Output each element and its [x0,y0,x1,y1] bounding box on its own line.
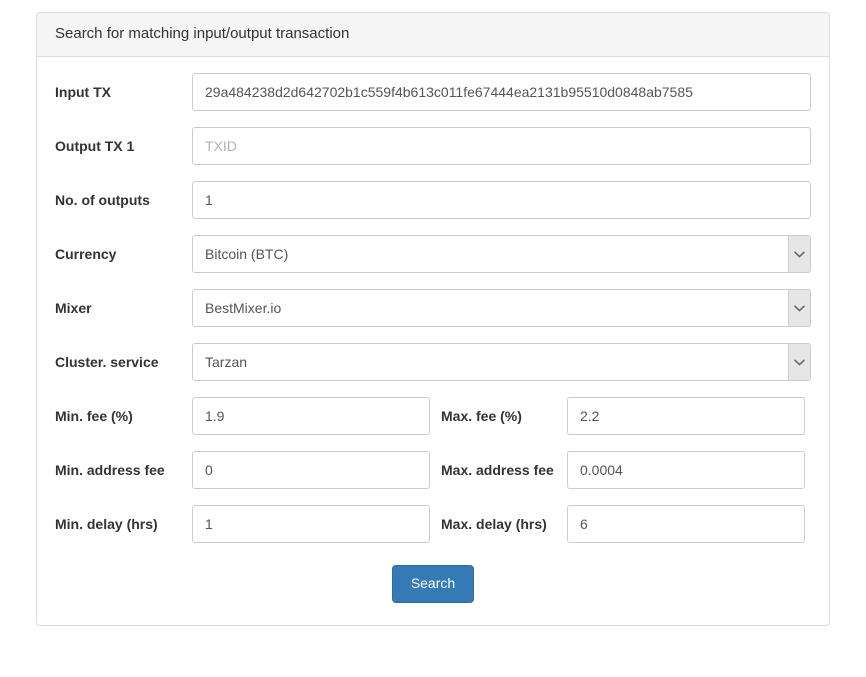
mixer-select[interactable]: BestMixer.io [192,289,811,327]
min-delay-field[interactable] [192,505,430,543]
currency-select-value: Bitcoin (BTC) [205,246,289,262]
form-row-input-tx: Input TX [55,73,811,111]
chevron-down-icon[interactable] [788,290,810,326]
label-max-address-fee: Max. address fee [441,462,554,478]
field-cluster-service: Tarzan [192,343,811,381]
search-button[interactable]: Search [391,565,475,603]
field-max-fee [567,397,805,435]
label-max-delay: Max. delay (hrs) [441,516,547,532]
label-no-of-outputs: No. of outputs [55,192,150,208]
label-cluster-service: Cluster. service [55,354,159,370]
label-mixer: Mixer [55,300,92,316]
field-min-address-fee [192,451,430,489]
form-row-fee: Min. fee (%) Max. fee (%) [55,397,811,435]
field-no-of-outputs [192,181,811,219]
label-input-tx: Input TX [55,84,111,100]
form-group-min-address-fee: Min. address fee [55,451,433,489]
button-row: Search [55,565,811,603]
field-input-tx [192,73,811,111]
input-tx-field[interactable] [192,73,811,111]
label-min-delay: Min. delay (hrs) [55,516,158,532]
label-currency: Currency [55,246,117,262]
mixer-select-value: BestMixer.io [205,300,282,316]
min-fee-field[interactable] [192,397,430,435]
panel-title: Search for matching input/output transac… [55,25,350,42]
chevron-down-icon[interactable] [788,236,810,272]
field-mixer: BestMixer.io [192,289,811,327]
max-delay-field[interactable] [567,505,805,543]
field-min-fee [192,397,430,435]
form-row-output-tx-1: Output TX 1 [55,127,811,165]
label-output-tx-1: Output TX 1 [55,138,135,154]
panel-body: Input TX Output TX 1 No. of outputs Curr… [37,57,829,625]
label-min-fee: Min. fee (%) [55,408,133,424]
form-row-delay: Min. delay (hrs) Max. delay (hrs) [55,505,811,543]
max-address-fee-field[interactable] [567,451,805,489]
no-of-outputs-field[interactable] [192,181,811,219]
max-fee-field[interactable] [567,397,805,435]
label-min-address-fee: Min. address fee [55,462,165,478]
field-output-tx-1 [192,127,811,165]
output-tx-1-field[interactable] [192,127,811,165]
currency-select[interactable]: Bitcoin (BTC) [192,235,811,273]
form-row-currency: Currency Bitcoin (BTC) [55,235,811,273]
form-row-cluster-service: Cluster. service Tarzan [55,343,811,381]
search-panel: Search for matching input/output transac… [36,12,830,626]
panel-heading: Search for matching input/output transac… [37,13,829,57]
form-group-max-delay: Max. delay (hrs) [433,505,811,543]
form-row-no-of-outputs: No. of outputs [55,181,811,219]
field-max-delay [567,505,805,543]
form-group-min-delay: Min. delay (hrs) [55,505,433,543]
form-group-max-fee: Max. fee (%) [433,397,811,435]
min-address-fee-field[interactable] [192,451,430,489]
form-row-mixer: Mixer BestMixer.io [55,289,811,327]
form-group-max-address-fee: Max. address fee [433,451,811,489]
field-max-address-fee [567,451,805,489]
chevron-down-icon[interactable] [788,344,810,380]
field-currency: Bitcoin (BTC) [192,235,811,273]
field-min-delay [192,505,430,543]
label-max-fee: Max. fee (%) [441,408,522,424]
cluster-service-select-value: Tarzan [205,354,248,370]
form-group-min-fee: Min. fee (%) [55,397,433,435]
form-row-address-fee: Min. address fee Max. address fee [55,451,811,489]
cluster-service-select[interactable]: Tarzan [192,343,811,381]
